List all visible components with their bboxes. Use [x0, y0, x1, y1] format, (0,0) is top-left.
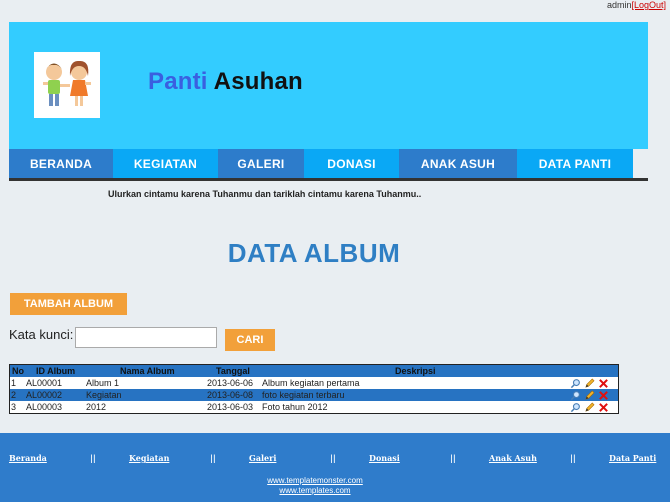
- cell-name: 2012: [86, 402, 107, 412]
- cell-id: AL00003: [26, 402, 63, 412]
- footer-link-kegiatan[interactable]: Kegiatan: [129, 453, 169, 463]
- nav-item-data-panti[interactable]: DATA PANTI: [517, 149, 633, 178]
- view-icon[interactable]: [570, 402, 581, 413]
- nav-item-galeri[interactable]: GALERI: [218, 149, 304, 178]
- site-header: Panti Asuhan: [9, 22, 648, 149]
- cell-id: AL00001: [26, 378, 63, 388]
- delete-x-icon[interactable]: [598, 378, 609, 389]
- logout-link[interactable]: [LogOut]: [631, 0, 666, 10]
- footer-separator: ||: [90, 453, 96, 463]
- add-album-button[interactable]: TAMBAH ALBUM: [10, 293, 127, 315]
- header-date: Tanggal: [216, 366, 250, 376]
- search-button[interactable]: CARI: [225, 329, 275, 351]
- tagline: Ulurkan cintamu karena Tuhanmu dan tarik…: [108, 189, 422, 199]
- header-id: ID Album: [36, 366, 76, 376]
- delete-x-icon[interactable]: [598, 390, 609, 401]
- edit-pencil-icon[interactable]: [584, 378, 595, 389]
- footer-separator: ||: [450, 453, 456, 463]
- site-logo: [34, 52, 100, 118]
- cell-name: Kegiatan: [86, 390, 122, 400]
- view-icon[interactable]: [570, 378, 581, 389]
- site-title-part2: Asuhan: [213, 68, 303, 95]
- header-description: Deskripsi: [395, 366, 436, 376]
- delete-x-icon[interactable]: [598, 402, 609, 413]
- cell-date: 2013-06-08: [207, 390, 254, 400]
- header-no: No: [12, 366, 24, 376]
- cell-date: 2013-06-03: [207, 402, 254, 412]
- nav-item-kegiatan[interactable]: KEGIATAN: [113, 149, 218, 178]
- footer-link-beranda[interactable]: Beranda: [9, 453, 47, 463]
- cell-no: 2: [11, 390, 17, 400]
- footer-link-data-panti[interactable]: Data Panti: [609, 453, 656, 463]
- search-input[interactable]: [75, 327, 217, 348]
- edit-pencil-icon[interactable]: [584, 390, 595, 401]
- site-footer: Beranda || Kegiatan || Galeri || Donasi …: [0, 433, 670, 502]
- footer-link-anak-asuh[interactable]: Anak Asuh: [489, 453, 537, 463]
- cell-description: Foto tahun 2012: [262, 402, 328, 412]
- footer-separator: ||: [210, 453, 216, 463]
- site-title-part1: Panti: [148, 68, 208, 95]
- row-actions: [570, 377, 609, 389]
- nav-item-donasi[interactable]: DONASI: [304, 149, 399, 178]
- header-name: Nama Album: [120, 366, 175, 376]
- page-title: DATA ALBUM: [227, 238, 401, 268]
- cell-no: 1: [11, 378, 17, 388]
- cell-id: AL00002: [26, 390, 63, 400]
- footer-url-templatemonster[interactable]: www.templatemonster.com: [0, 476, 630, 485]
- table-row: 1 AL00001 Album 1 2013-06-06 Album kegia…: [10, 377, 618, 389]
- table-row: 3 AL00003 2012 2013-06-03 Foto tahun 201…: [10, 401, 618, 413]
- album-table: No ID Album Nama Album Tanggal Deskripsi…: [9, 364, 619, 414]
- user-bar: admin[LogOut]: [607, 0, 666, 10]
- search-label: Kata kunci:: [9, 327, 74, 342]
- cell-date: 2013-06-06: [207, 378, 254, 388]
- footer-link-galeri[interactable]: Galeri: [249, 453, 276, 463]
- view-icon[interactable]: [570, 390, 581, 401]
- cell-description: Album kegiatan pertama: [262, 378, 360, 388]
- username: admin: [606, 0, 632, 10]
- nav-item-anak-asuh[interactable]: ANAK ASUH: [399, 149, 517, 178]
- table-row: 2 AL00002 Kegiatan 2013-06-08 foto kegia…: [10, 389, 618, 401]
- main-nav: BERANDA KEGIATAN GALERI DONASI ANAK ASUH…: [9, 149, 648, 181]
- edit-pencil-icon[interactable]: [584, 402, 595, 413]
- footer-url-templates[interactable]: www.templates.com: [0, 486, 630, 495]
- row-actions: [570, 401, 609, 413]
- cell-name: Album 1: [86, 378, 120, 388]
- footer-separator: ||: [330, 453, 336, 463]
- children-logo-icon: [43, 60, 91, 106]
- cell-no: 3: [11, 402, 17, 412]
- nav-item-beranda[interactable]: BERANDA: [9, 149, 113, 178]
- footer-link-donasi[interactable]: Donasi: [369, 453, 400, 463]
- site-title: Panti Asuhan: [148, 68, 303, 96]
- footer-nav: Beranda || Kegiatan || Galeri || Donasi …: [9, 453, 664, 467]
- cell-description: foto kegiatan terbaru: [262, 390, 345, 400]
- table-header-row: No ID Album Nama Album Tanggal Deskripsi: [10, 365, 618, 377]
- footer-separator: ||: [570, 453, 576, 463]
- row-actions: [570, 389, 609, 401]
